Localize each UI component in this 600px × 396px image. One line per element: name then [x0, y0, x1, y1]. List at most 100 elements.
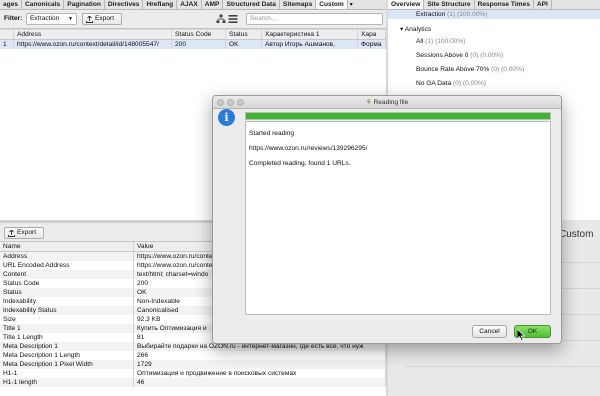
- table-cell-status-code: 200: [172, 40, 226, 49]
- table-cell-status: OK: [226, 40, 262, 49]
- chart-gridline: [405, 366, 600, 367]
- item-label: No GA Data: [416, 80, 452, 87]
- item-stats: (0) (0.00%): [453, 80, 487, 87]
- log-line: Started reading: [249, 130, 295, 137]
- export-label: Export: [95, 15, 115, 22]
- tab-hreflang[interactable]: Hreflang: [143, 0, 178, 9]
- overview-item-all[interactable]: All (1) (100.00%): [416, 38, 466, 45]
- filter-label: Filter:: [4, 15, 23, 22]
- item-label: Bounce Rate Above 70%: [416, 66, 490, 73]
- chevron-down-icon: ▼: [68, 16, 73, 22]
- export-icon: [86, 15, 93, 23]
- tab-overflow-icon[interactable]: ▾: [348, 0, 355, 9]
- detail-value: 1729: [134, 360, 386, 369]
- dialog-title: ⚘ Reading file: [365, 99, 409, 106]
- search-placeholder: Search...: [250, 15, 277, 22]
- detail-name: H1-1 length: [0, 378, 134, 387]
- item-label: Sessions Above 0: [416, 52, 469, 59]
- table-cell-characteristic-2: Форма: [358, 40, 386, 49]
- detail-name: Content: [0, 270, 134, 279]
- tab-site-structure[interactable]: Site Structure: [424, 0, 475, 9]
- tab-custom[interactable]: Custom: [316, 0, 348, 9]
- list-item[interactable]: H1-1 length 46: [0, 378, 386, 387]
- dialog-titlebar[interactable]: ⚘ Reading file: [213, 96, 561, 109]
- detail-name: Meta Description 1 Pixel Width: [0, 360, 134, 369]
- table-cell-characteristic-1: Автор Игорь Ашманов,: [262, 40, 358, 49]
- main-toolbar: Filter: Extraction ▼ Export Search...: [0, 10, 386, 29]
- extraction-label: Extraction: [416, 11, 446, 18]
- detail-name: Status: [0, 288, 134, 297]
- analytics-label: Analytics: [404, 26, 432, 33]
- item-stats: (0) (0.00%): [470, 52, 504, 59]
- detail-name: Title 1 Length: [0, 333, 134, 342]
- detail-name: H1-1: [0, 369, 134, 378]
- column-header-index[interactable]: [0, 30, 14, 39]
- tab-amp[interactable]: AMP: [202, 0, 224, 9]
- table-cell-address: https://www.ozon.ru/context/detail/id/14…: [14, 40, 172, 49]
- detail-name: Status Code: [0, 279, 134, 288]
- log-output: Started reading https://www.ozon.ru/revi…: [245, 121, 551, 315]
- tree-view-icon[interactable]: [216, 14, 226, 24]
- column-header-characteristic-2[interactable]: Хара: [358, 30, 386, 39]
- right-tab-bar: Overview Site Structure Response Times A…: [388, 0, 600, 10]
- tab-pages[interactable]: ages: [0, 0, 23, 9]
- progress-fill: [246, 113, 550, 119]
- extraction-stats: (1) (100.00%): [447, 11, 488, 18]
- reading-progress-bar: [245, 112, 551, 120]
- overview-group-analytics[interactable]: ▾ Analytics: [400, 25, 431, 33]
- table-row[interactable]: 1 https://www.ozon.ru/context/detail/id/…: [0, 40, 386, 49]
- detail-name: Meta Description 1 Length: [0, 351, 134, 360]
- filter-select[interactable]: Extraction ▼: [26, 13, 77, 25]
- item-stats: (0) (0.00%): [491, 66, 525, 73]
- detail-name: Title 1: [0, 324, 134, 333]
- export-button[interactable]: Export: [82, 13, 122, 25]
- detail-name: Address: [0, 252, 134, 261]
- overview-item-sessions[interactable]: Sessions Above 0 (0) (0.00%): [416, 52, 503, 59]
- overview-item-no-ga-data[interactable]: No GA Data (0) (0.00%): [416, 80, 486, 87]
- list-item[interactable]: H1-1 Оптимизация и продвижение в поисковы…: [0, 369, 386, 378]
- mouse-cursor-icon: [517, 329, 525, 341]
- app-logo-icon: ⚘: [365, 99, 372, 106]
- column-header-name[interactable]: Name: [0, 242, 134, 251]
- tab-overview[interactable]: Overview: [388, 0, 425, 9]
- search-input[interactable]: Search...: [246, 13, 383, 25]
- column-header-address[interactable]: Address: [14, 30, 172, 39]
- cancel-button[interactable]: Cancel: [472, 325, 507, 338]
- view-switcher: [216, 14, 238, 24]
- list-item[interactable]: Meta Description 1 Pixel Width 1729: [0, 360, 386, 369]
- column-header-characteristic-1[interactable]: Характеристика 1: [262, 30, 358, 39]
- item-label: All: [416, 38, 424, 45]
- item-stats: (1) (100.00%): [425, 38, 466, 45]
- tab-api[interactable]: API: [534, 0, 552, 9]
- tab-canonicals[interactable]: Canonicals: [22, 0, 65, 9]
- lower-export-label: Export: [17, 229, 37, 236]
- chart-title: Custom: [559, 229, 594, 240]
- export-icon: [8, 229, 15, 237]
- top-tab-bar: ages Canonicals Pagination Directives Hr…: [0, 0, 386, 10]
- filter-value: Extraction: [30, 15, 60, 22]
- lower-export-button[interactable]: Export: [4, 227, 44, 239]
- column-header-status[interactable]: Status: [226, 30, 262, 39]
- table-cell-index: 1: [0, 40, 14, 49]
- results-table-header: Address Status Code Status Характеристик…: [0, 30, 386, 40]
- overview-item-bounce-rate[interactable]: Bounce Rate Above 70% (0) (0.00%): [416, 66, 524, 73]
- tab-pagination[interactable]: Pagination: [64, 0, 105, 9]
- tab-sitemaps[interactable]: Sitemaps: [280, 0, 317, 9]
- list-item[interactable]: Meta Description 1 Length 266: [0, 351, 386, 360]
- tab-structured-data[interactable]: Structured Data: [223, 0, 280, 9]
- tab-directives[interactable]: Directives: [105, 0, 144, 9]
- detail-name: Indexability: [0, 297, 134, 306]
- list-view-icon[interactable]: [228, 14, 238, 24]
- log-line: https://www.ozon.ru/reviews/139296295/: [249, 145, 368, 152]
- tab-ajax[interactable]: AJAX: [177, 0, 202, 9]
- detail-name: Size: [0, 315, 134, 324]
- column-header-status-code[interactable]: Status Code: [172, 30, 226, 39]
- detail-value: Оптимизация и продвижение в поисковых си…: [134, 369, 386, 378]
- detail-name: URL Encoded Address: [0, 261, 134, 270]
- tab-response-times[interactable]: Response Times: [475, 0, 534, 9]
- info-icon: i: [218, 109, 235, 126]
- detail-name: Indexability Status: [0, 306, 134, 315]
- overview-item-extraction[interactable]: Extraction (1) (100.00%): [416, 11, 488, 18]
- detail-value: 266: [134, 351, 386, 360]
- detail-name: Meta Description 1: [0, 342, 134, 351]
